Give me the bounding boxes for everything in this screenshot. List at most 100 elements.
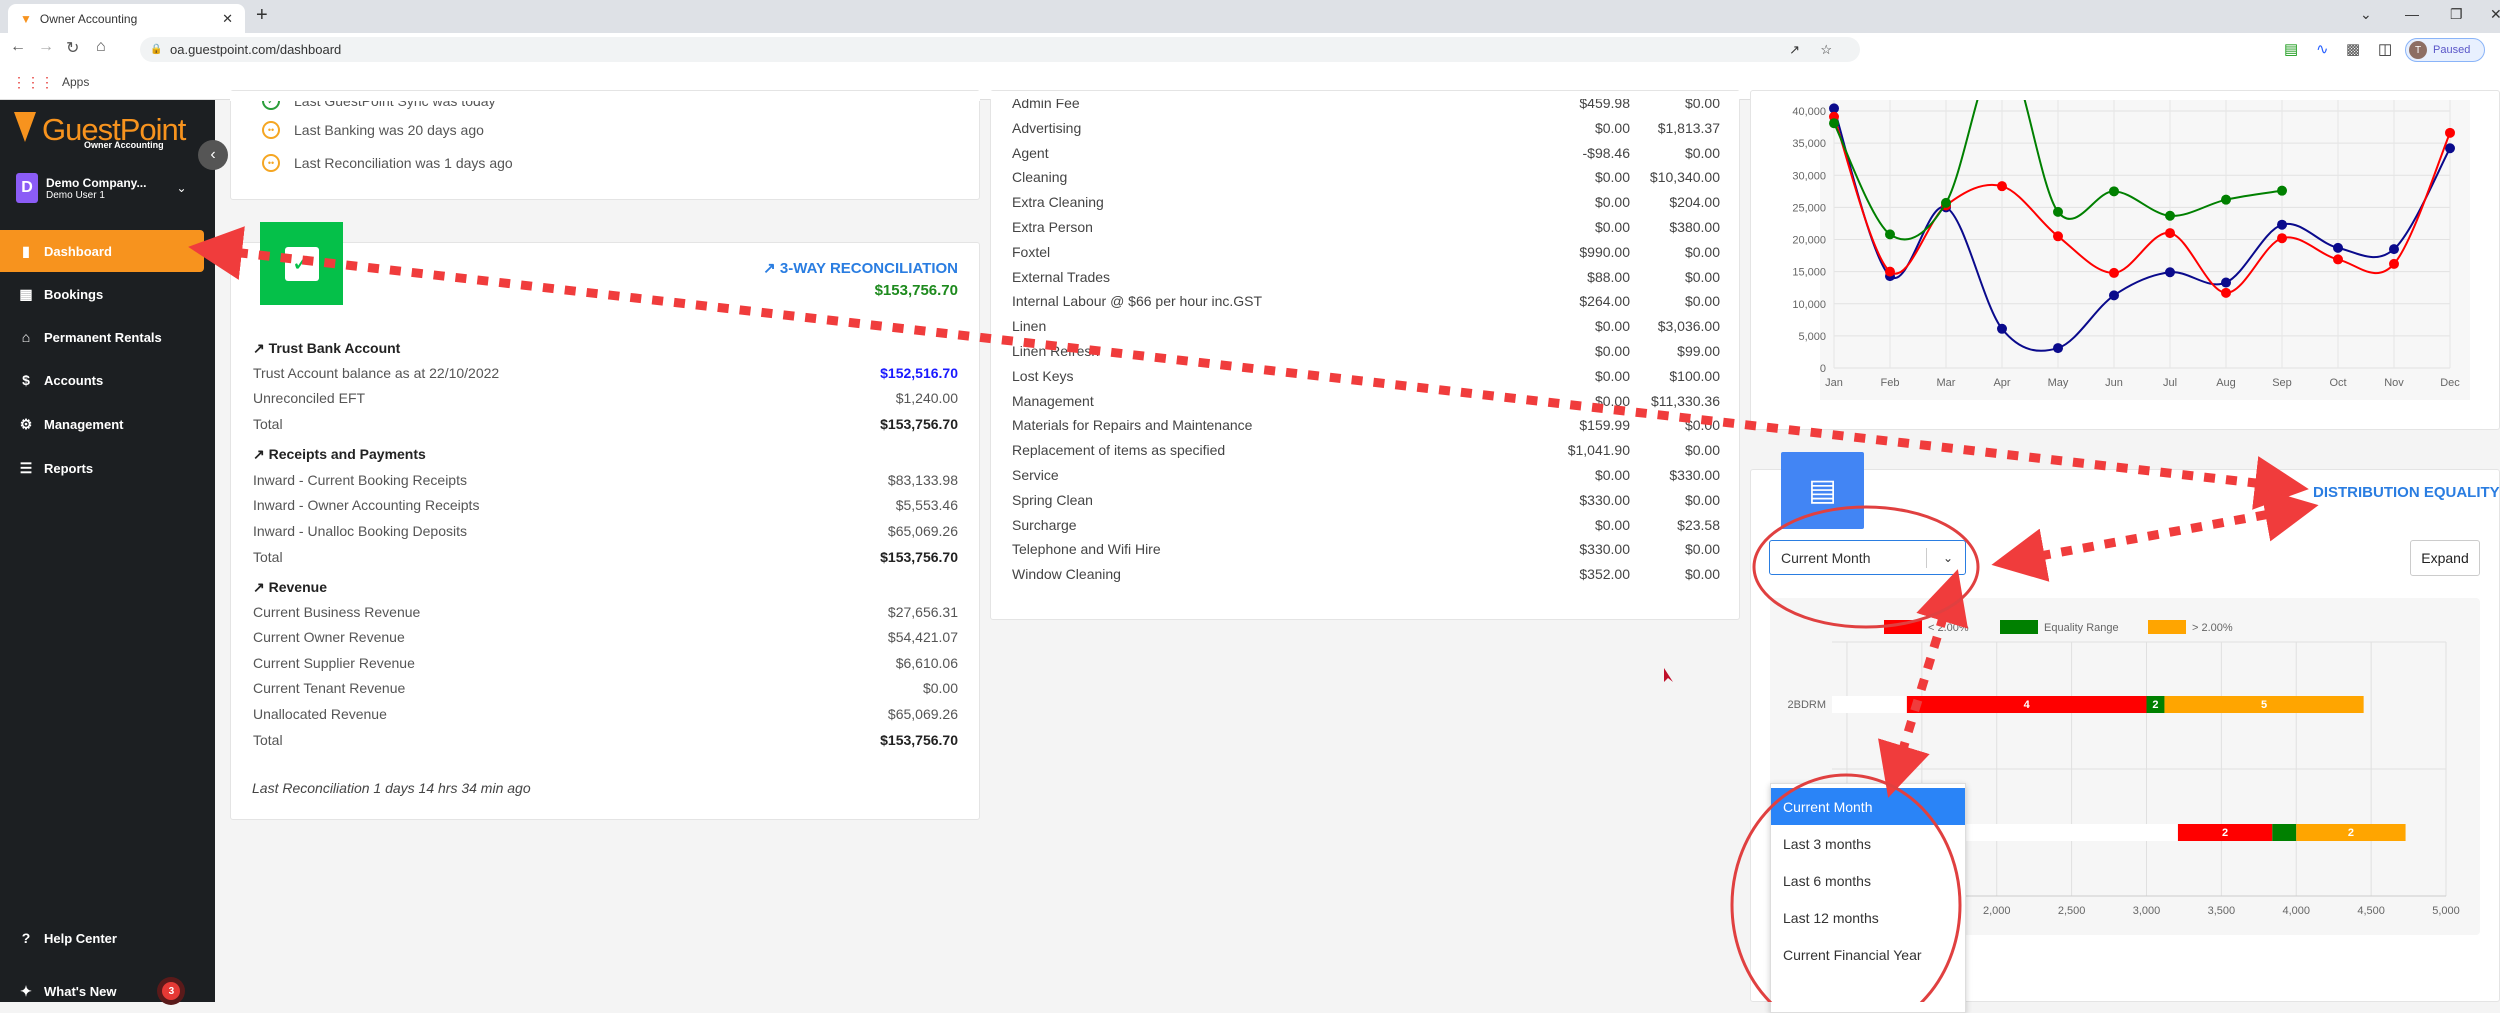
y-tick-label: 35,000 [1792,138,1826,150]
expense-amount: $0.00 [1684,541,1720,558]
expense-label: Window Cleaning [1012,566,1121,583]
bar-label: 2 [2152,699,2158,711]
option-last-3-months[interactable]: Last 3 months [1771,825,1965,862]
chevron-down-icon: ⌄ [1942,550,1953,565]
table-row: Total $153,756.70 [253,416,958,432]
close-window-button[interactable]: ✕ [2490,6,2500,23]
option-current-month[interactable]: Current Month [1771,788,1965,825]
bookmark-star-icon[interactable]: ☆ [1820,42,1832,58]
sidebar-item-management[interactable]: ⚙ Management [0,403,204,445]
receipts-payments-link[interactable]: ↗ Receipts and Payments [253,446,426,463]
expense-amount: $1,813.37 [1657,119,1720,136]
help-icon: ? [21,930,31,946]
expense-amount: $0.00 [1684,243,1720,260]
home-icon[interactable]: ⌂ [96,38,106,56]
expense-label: Internal Labour @ $66 per hour inc.GST [1012,293,1263,310]
profile-button[interactable]: T Paused [2405,38,2485,62]
distribution-equality-title[interactable]: DISTRIBUTION EQUALITY [2313,484,2500,501]
y-tick-label: 15,000 [1792,267,1826,279]
browser-tab[interactable]: ▼ Owner Accounting ✕ [8,4,245,33]
data-point [2277,185,2287,196]
help-center-link[interactable]: ? Help Center [0,917,204,959]
extensions-puzzle-icon[interactable]: ▩ [2346,40,2360,58]
expense-row: Telephone and Wifi Hire $330.00 $0.00 [1012,541,1720,557]
reconciliation-total: $153,756.70 [874,282,958,299]
tab-title: Owner Accounting [39,11,138,26]
address-bar[interactable]: 🔒 oa.guestpoint.com/dashboard ↗ ☆ [140,37,1860,62]
y-tick-label: 20,000 [1792,235,1826,247]
share-icon[interactable]: ↗ [1789,42,1800,58]
table-row: Inward - Current Booking Receipts $83,133… [253,472,958,488]
table-row: Unreconciled EFT $1,240.00 [253,390,958,406]
bar-label: 5 [2261,699,2267,711]
revenue-link[interactable]: ↗ Revenue [253,579,327,596]
expense-label: Lost Keys [1012,367,1074,384]
apps-bookmark[interactable]: Apps [62,75,89,89]
expense-row: Extra Cleaning $0.00 $204.00 [1012,194,1720,210]
sidebar-item-permanent-rentals[interactable]: ⌂ Permanent Rentals [0,316,204,358]
x-tick-label: Jan [1825,377,1843,389]
sidebar-item-dashboard[interactable]: ▮ Dashboard [0,230,204,272]
three-way-reconciliation-link[interactable]: ↗ 3-WAY RECONCILIATION [763,259,958,277]
option-current-financial-year[interactable]: Current Financial Year [1771,936,1965,973]
data-point [2221,277,2231,288]
y-tick-label: 0 [1820,363,1826,375]
data-point [2389,258,2399,269]
tab-search-icon[interactable]: ⌄ [2360,6,2372,23]
back-icon[interactable]: ← [10,38,26,56]
expense-row: Service $0.00 $330.00 [1012,467,1720,483]
close-tab-icon[interactable]: ✕ [222,11,233,27]
x-tick-label: Nov [2384,377,2404,389]
expense-row: Extra Person $0.00 $380.00 [1012,219,1720,235]
sidebar-item-reports[interactable]: ☰ Reports [0,447,204,489]
sidebar-item-accounts[interactable]: $ Accounts [0,359,204,401]
expense-amount: $352.00 [1579,566,1630,583]
forward-icon[interactable]: → [38,38,54,56]
x-tick-label: 4,500 [2357,905,2385,917]
expense-amount: $0.00 [1684,442,1720,459]
expense-amount: $330.00 [1579,541,1630,558]
expense-amount: $1,041.90 [1567,442,1630,459]
expense-row: Spring Clean $330.00 $0.00 [1012,492,1720,508]
sidebar-item-bookings[interactable]: ▦ Bookings [0,273,204,315]
sidebar: GuestPoint Owner Accounting ‹ D Demo Com… [0,100,228,1002]
data-point [2445,143,2455,154]
data-point [2053,231,2063,242]
expense-amount: $3,036.00 [1657,318,1720,335]
side-panel-icon[interactable]: ◫ [2378,40,2392,58]
external-link-icon: ↗ [763,260,780,277]
whats-new-link[interactable]: ✦ What's New 3 [0,970,204,1012]
sparkle-icon: ✦ [20,982,32,999]
x-tick-label: May [2048,377,2069,389]
legend-label: Equality Range [2044,622,2119,634]
period-select[interactable]: Current Month ⌄ [1769,540,1966,575]
option-last-6-months[interactable]: Last 6 months [1771,862,1965,899]
collapse-sidebar-button[interactable]: ‹ [198,140,228,170]
extension-audio-icon[interactable]: ∿ [2316,40,2329,58]
expense-amount: $0.00 [1594,318,1630,335]
reload-icon[interactable]: ↻ [66,38,79,58]
trust-bank-account-link[interactable]: ↗ Trust Bank Account [253,340,400,357]
data-point [2445,127,2455,138]
apps-grid-icon[interactable]: ⋮⋮⋮ [12,74,54,91]
expense-amount: $0.00 [1594,367,1630,384]
x-tick-label: Sep [2272,377,2292,389]
new-tab-button[interactable]: + [256,4,268,27]
y-tick-label: 30,000 [1792,170,1826,182]
x-tick-label: 2,500 [2058,905,2086,917]
expense-row: Materials for Repairs and Maintenance $15… [1012,417,1720,433]
expense-label: Materials for Repairs and Maintenance [1012,417,1253,434]
data-point [1941,197,1951,208]
expense-amount: $380.00 [1669,219,1720,235]
expand-button[interactable]: Expand [2410,540,2480,576]
expense-label: Agent [1012,144,1049,161]
expense-amount: $100.00 [1669,367,1720,384]
expense-amount: $10,340.00 [1649,169,1720,186]
restore-button[interactable]: ❐ [2450,6,2463,23]
expense-row: External Trades $88.00 $0.00 [1012,269,1720,285]
option-last-12-months[interactable]: Last 12 months [1771,899,1965,936]
scroll-mask [230,91,980,101]
minimize-button[interactable]: — [2405,6,2419,22]
extension-password-icon[interactable]: ▤ [2284,40,2298,58]
company-switcher[interactable]: D Demo Company... Demo User 1 ⌄ [16,173,187,203]
